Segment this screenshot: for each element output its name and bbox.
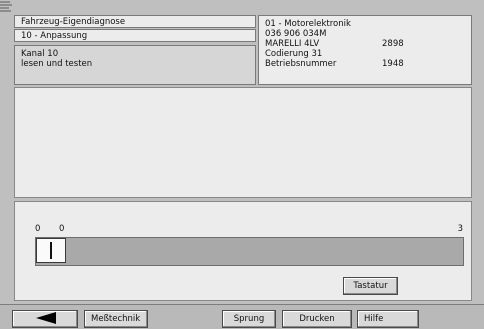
component-value: 2898	[382, 39, 404, 49]
channel-label: Kanal 10	[21, 49, 59, 59]
back-button[interactable]	[12, 310, 78, 328]
adaptation-slider-track[interactable]	[35, 237, 464, 266]
measurement-button[interactable]: Meßtechnik	[84, 310, 148, 328]
control-unit-info: 01 - Motorelektronik 036 906 034M MARELL…	[258, 15, 472, 85]
component-name: MARELLI 4LV	[265, 39, 320, 49]
min-value-label: 0	[35, 224, 41, 234]
jump-button[interactable]: Sprung	[222, 310, 276, 328]
help-button[interactable]: Hilfe	[357, 310, 419, 328]
workshop-label: Betriebsnummer	[265, 59, 337, 69]
keyboard-button[interactable]: Tastatur	[343, 277, 398, 295]
control-unit-name: 01 - Motorelektronik	[265, 19, 351, 29]
bottom-toolbar: Meßtechnik Sprung Drucken Hilfe	[0, 304, 484, 329]
adaptation-slider-thumb[interactable]	[36, 238, 66, 263]
adaptation-panel: 0 0 3 Tastatur	[14, 201, 472, 301]
background-decoration	[0, 0, 14, 14]
function-title: 10 - Anpassung	[14, 29, 256, 42]
action-label: lesen und testen	[21, 59, 93, 69]
diagnosis-title: Fahrzeug-Eigendiagnose	[14, 15, 256, 28]
arrow-left-icon	[34, 311, 56, 327]
component-row: MARELLI 4LV 2898	[265, 39, 465, 49]
workshop-row: Betriebsnummer 1948	[265, 59, 465, 69]
coding: Codierung 31	[265, 49, 323, 59]
decoration-lines	[0, 1, 12, 12]
part-number: 036 906 034M	[265, 29, 327, 39]
slider-thumb-marker	[50, 242, 52, 259]
workshop-value: 1948	[382, 59, 404, 69]
max-value-label: 3	[457, 224, 463, 234]
print-button[interactable]: Drucken	[282, 310, 352, 328]
result-display-area	[14, 87, 472, 198]
channel-info: Kanal 10 lesen und testen	[14, 45, 256, 85]
current-value-label: 0	[59, 224, 65, 234]
